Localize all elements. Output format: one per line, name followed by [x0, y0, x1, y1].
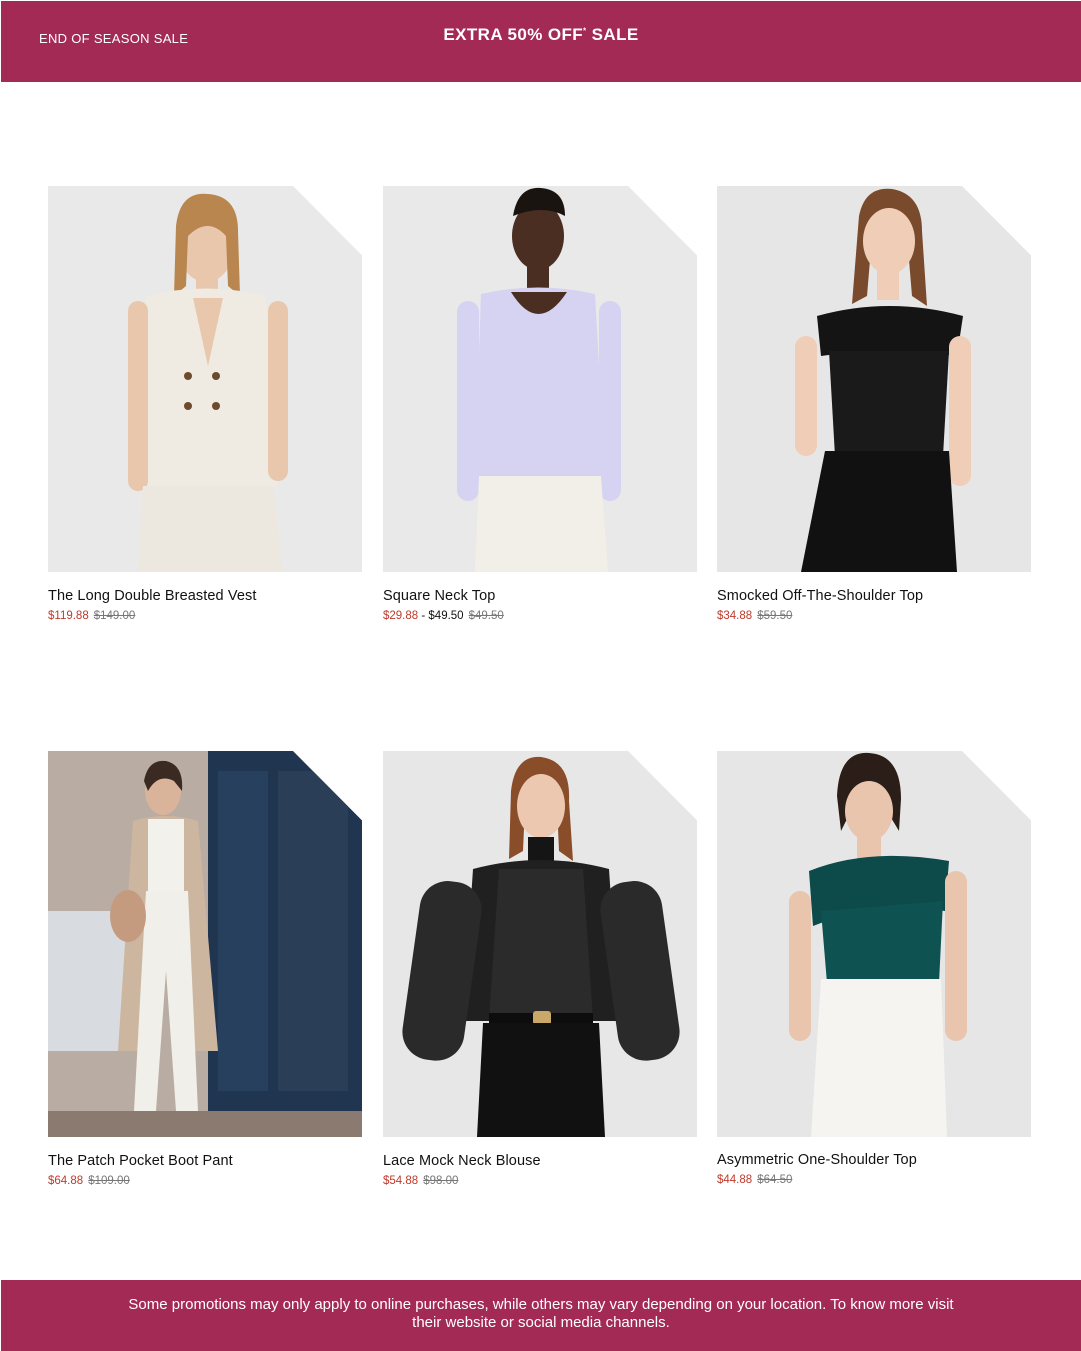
product-price: $44.88 $64.50 [717, 1174, 1031, 1186]
sale-price: $34.88 [717, 610, 753, 622]
product-name[interactable]: Asymmetric One-Shoulder Top [717, 1152, 1031, 1168]
promo-headline-main: EXTRA 50% OFF [443, 25, 584, 44]
product-card[interactable]: Square Neck Top $29.88 - $49.50 $49.50 [383, 186, 697, 622]
product-card[interactable]: The Long Double Breasted Vest $119.88 $14… [48, 186, 362, 622]
product-price: $54.88 $98.00 [383, 1175, 697, 1187]
promo-headline[interactable]: EXTRA 50% OFF* SALE [1, 25, 1081, 45]
product-name[interactable]: Square Neck Top [383, 588, 697, 604]
promo-headline-sale: SALE [586, 25, 639, 44]
product-image[interactable] [717, 751, 1031, 1137]
product-price: $34.88 $59.50 [717, 610, 1031, 622]
sale-price: $64.88 [48, 1175, 84, 1187]
promo-banner[interactable]: END OF SEASON SALE EXTRA 50% OFF* SALE [1, 1, 1081, 82]
product-image[interactable] [383, 186, 697, 572]
product-card[interactable]: Lace Mock Neck Blouse $54.88 $98.00 [383, 751, 697, 1187]
original-price: $109.00 [88, 1175, 130, 1187]
product-name[interactable]: Smocked Off-The-Shoulder Top [717, 588, 1031, 604]
original-price: $59.50 [757, 610, 793, 622]
sale-price: $29.88 [383, 610, 419, 622]
product-price: $29.88 - $49.50 $49.50 [383, 610, 697, 622]
original-price: $149.00 [93, 610, 136, 622]
product-image[interactable] [383, 751, 697, 1137]
original-price: $49.50 [468, 610, 504, 622]
sale-price: $54.88 [383, 1175, 419, 1187]
product-name[interactable]: Lace Mock Neck Blouse [383, 1153, 697, 1169]
product-card[interactable]: The Patch Pocket Boot Pant $64.88 $109.00 [48, 751, 362, 1187]
price-range-max: - $49.50 [418, 610, 464, 622]
product-price: $119.88 $149.00 [48, 610, 362, 622]
product-card[interactable]: Smocked Off-The-Shoulder Top $34.88 $59.5… [717, 186, 1031, 622]
product-name[interactable]: The Patch Pocket Boot Pant [48, 1153, 362, 1169]
product-image[interactable] [48, 186, 362, 572]
product-image[interactable] [48, 751, 362, 1137]
product-price: $64.88 $109.00 [48, 1175, 362, 1187]
sale-price: $44.88 [717, 1174, 753, 1186]
product-name[interactable]: The Long Double Breasted Vest [48, 588, 362, 604]
product-image[interactable] [717, 186, 1031, 572]
original-price: $64.50 [757, 1174, 793, 1186]
disclaimer-banner: Some promotions may only apply to online… [1, 1280, 1081, 1351]
product-card[interactable]: Asymmetric One-Shoulder Top $44.88 $64.50 [717, 751, 1031, 1186]
sale-price: $119.88 [48, 610, 89, 622]
original-price: $98.00 [423, 1175, 459, 1187]
disclaimer-text: Some promotions may only apply to online… [128, 1296, 954, 1331]
